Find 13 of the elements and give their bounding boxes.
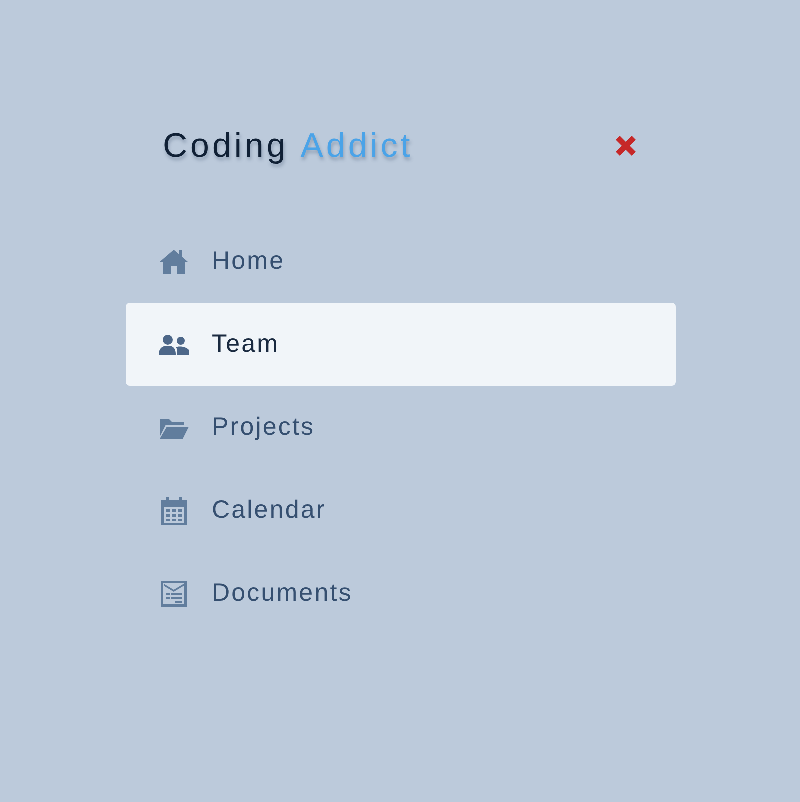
nav-item[interactable]: Projects (126, 386, 676, 469)
logo-text: Coding (163, 126, 289, 166)
nav-label: Projects (212, 413, 316, 442)
nav-label: Documents (212, 579, 353, 608)
nav-label: Calendar (212, 496, 326, 525)
nav-label: Home (212, 247, 286, 276)
logo-text: Addict (300, 126, 414, 166)
nav-item[interactable]: Team (126, 303, 676, 386)
nav-item[interactable]: Home (126, 220, 676, 303)
nav-item[interactable]: Documents (126, 552, 676, 635)
nav-item[interactable]: Calendar (126, 469, 676, 552)
calendar-icon (158, 494, 190, 526)
nav-label: Team (212, 330, 280, 359)
